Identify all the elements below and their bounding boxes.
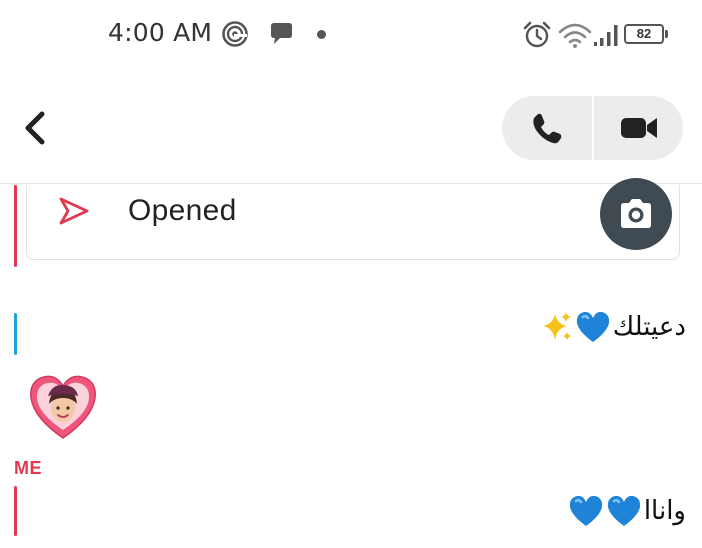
message-text: واناا <box>643 496 686 526</box>
chat-message: واناا <box>568 494 686 528</box>
message-bar-blue <box>14 313 17 355</box>
at-circle-icon <box>222 21 248 47</box>
video-call-button[interactable] <box>594 96 683 160</box>
sent-arrow-icon <box>59 197 89 225</box>
alarm-icon <box>523 21 551 48</box>
sparkles-emoji <box>542 312 571 340</box>
notification-dot-icon <box>317 30 326 39</box>
message-bar-red <box>14 185 17 267</box>
message-text: دعيتلك <box>612 312 686 342</box>
chat-header <box>0 72 702 184</box>
call-actions <box>502 96 683 160</box>
phone-icon <box>533 113 562 144</box>
blue-heart-emoji <box>607 495 640 526</box>
chat-message: دعيتلك <box>541 310 686 344</box>
wifi-icon <box>558 23 592 48</box>
signal-icon <box>594 25 618 46</box>
snap-card[interactable] <box>26 185 680 260</box>
status-bar: 4:00 AM 82 <box>0 0 702 72</box>
blue-heart-emoji <box>576 311 609 342</box>
snap-status: Opened <box>128 194 237 227</box>
sender-label-me: ME <box>14 458 42 478</box>
camera-button[interactable] <box>600 178 672 250</box>
snap-card-clip <box>26 185 686 265</box>
video-camera-icon <box>621 118 657 138</box>
chat-bubble-icon <box>271 23 292 44</box>
battery-icon: 82 <box>624 24 668 44</box>
blue-heart-emoji <box>569 495 602 526</box>
message-bar-red <box>14 486 17 536</box>
voice-call-button[interactable] <box>502 96 592 160</box>
bitmoji-heart-avatar[interactable] <box>28 374 98 440</box>
camera-icon <box>621 199 651 228</box>
chevron-left-icon <box>25 111 45 145</box>
back-button[interactable] <box>14 104 54 152</box>
status-time: 4:00 AM <box>108 18 213 47</box>
